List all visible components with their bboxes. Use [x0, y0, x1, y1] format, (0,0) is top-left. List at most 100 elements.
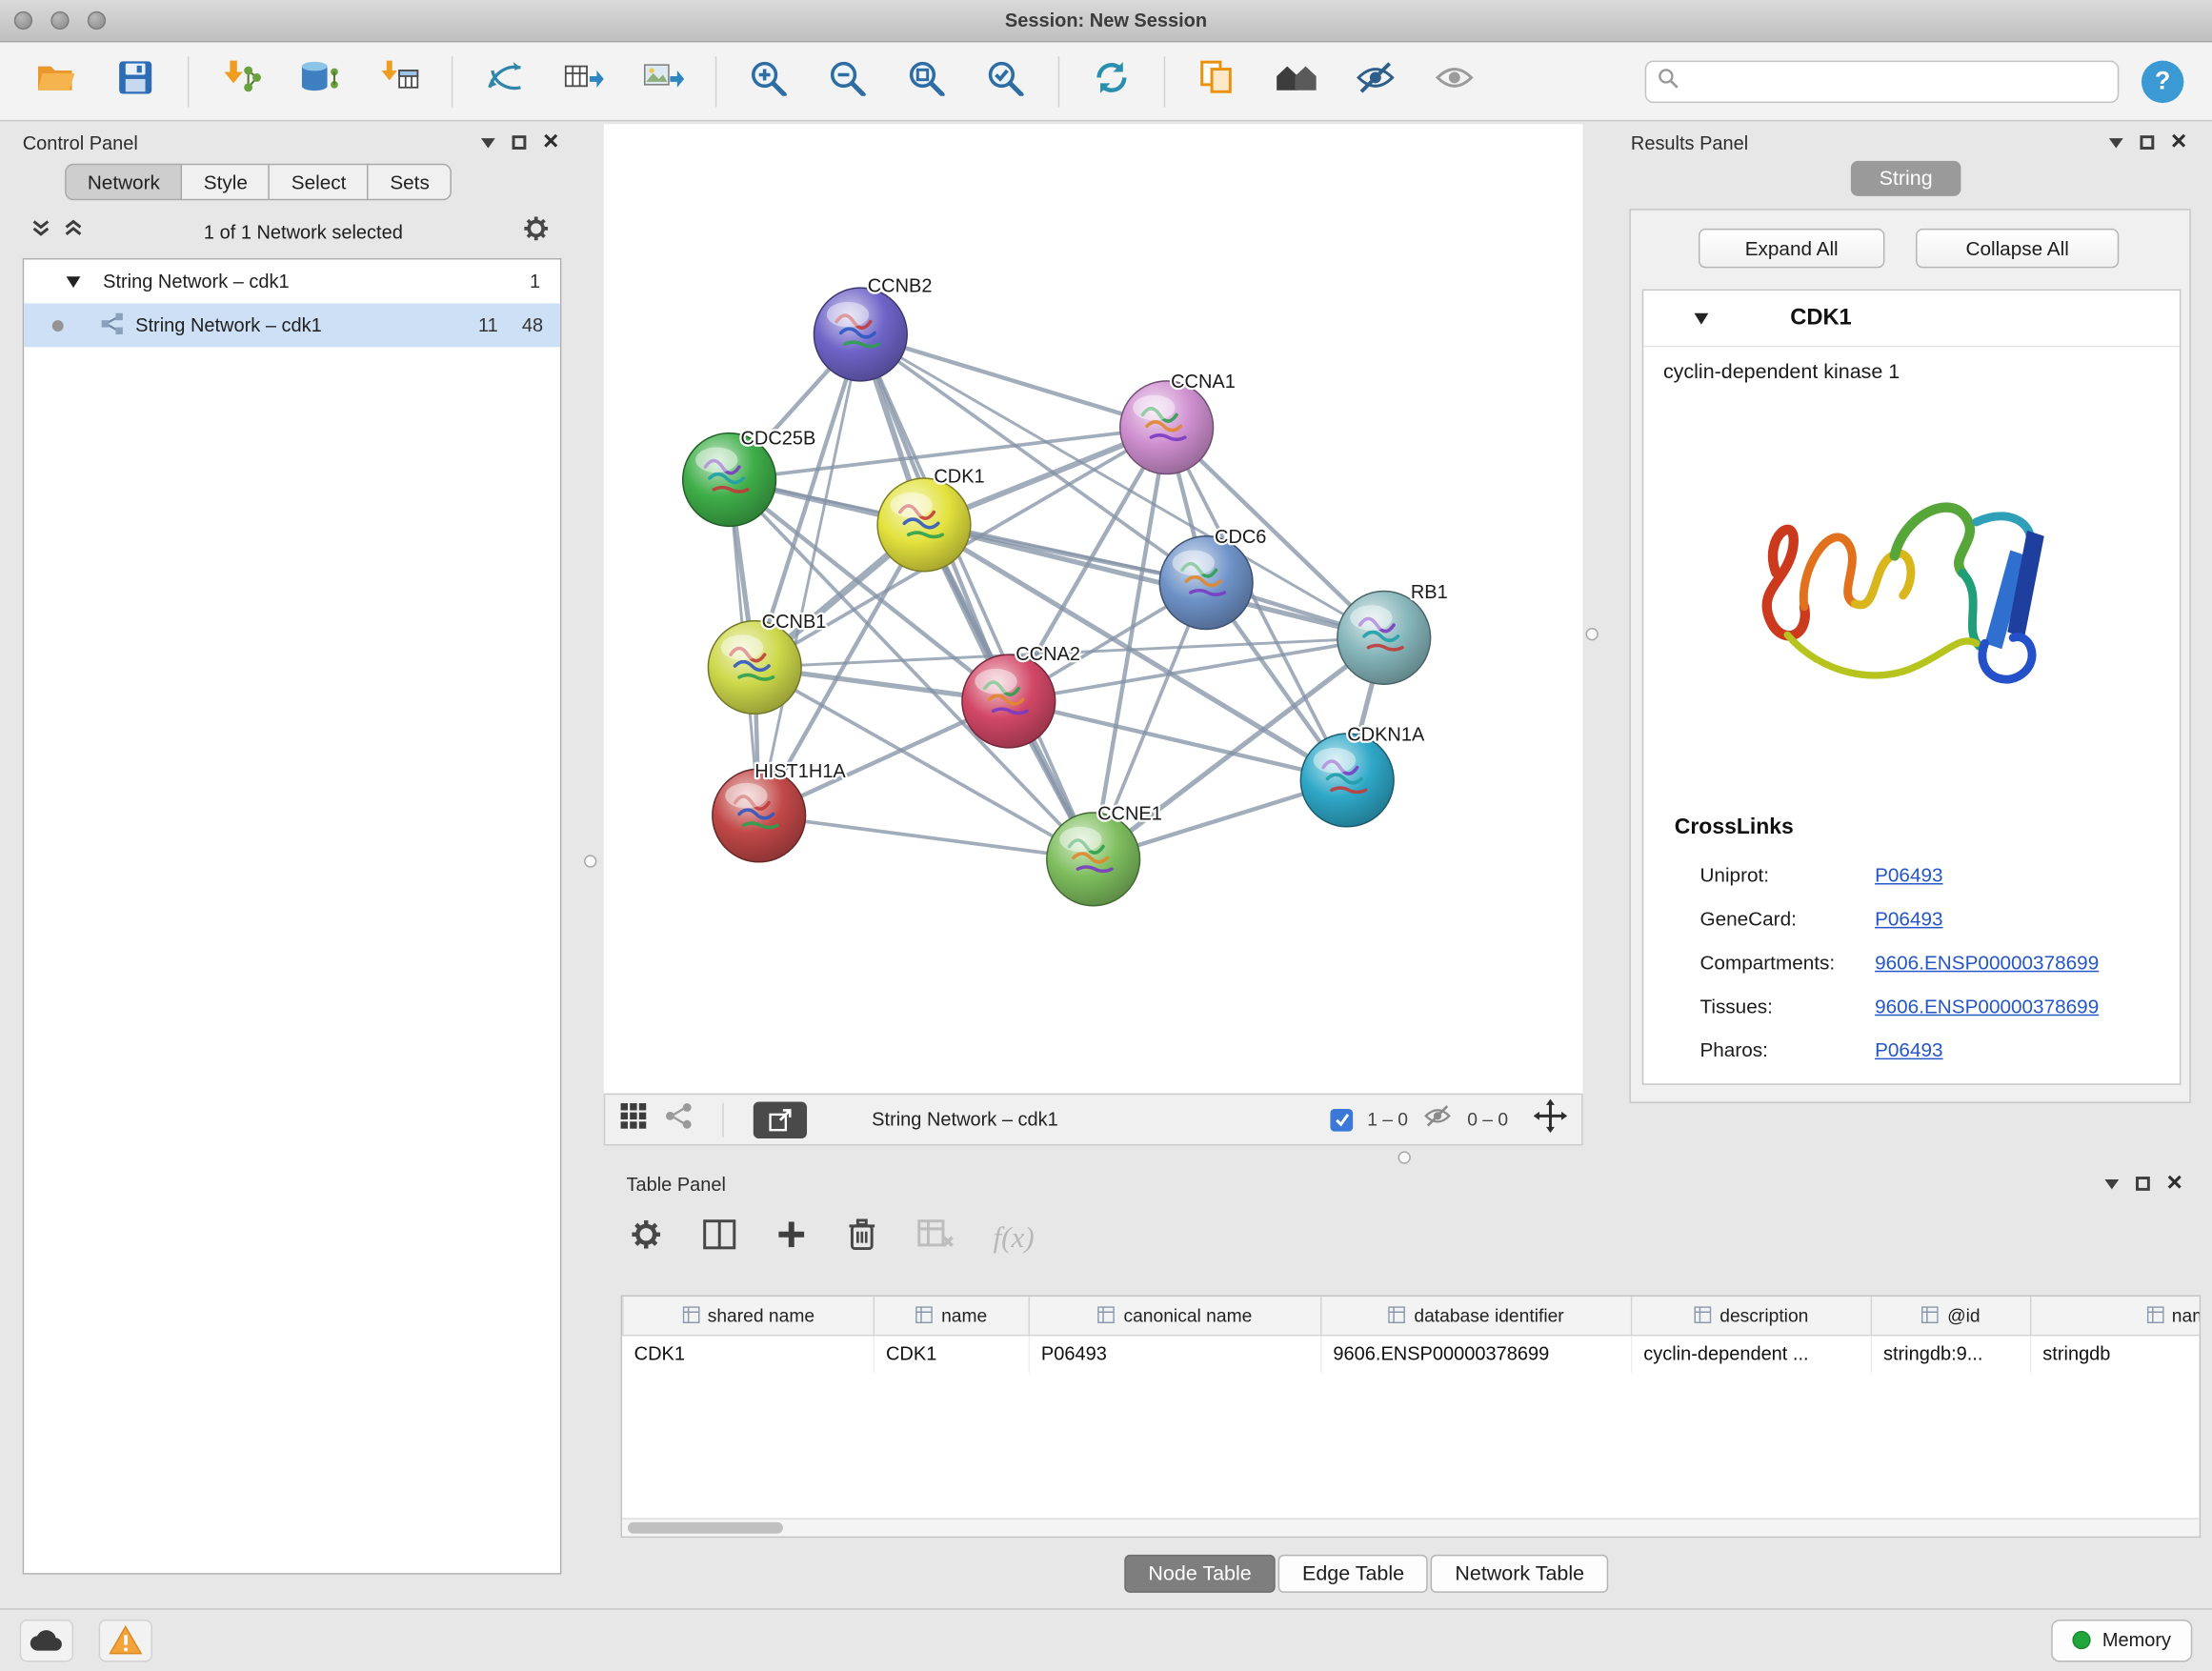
right-splitter-handle[interactable] [1585, 628, 1598, 640]
collapse-all-button[interactable]: Collapse All [1916, 229, 2119, 268]
refresh-button[interactable] [1079, 51, 1144, 111]
homes-button[interactable] [1264, 51, 1329, 111]
float-panel-icon[interactable] [2104, 1178, 2119, 1188]
network-edge[interactable] [860, 334, 1093, 859]
tab-network[interactable]: Network [65, 164, 182, 201]
tab-style[interactable]: Style [181, 164, 270, 201]
pan-crosshair-icon[interactable] [1534, 1099, 1568, 1140]
column-header[interactable]: canonical name [1029, 1297, 1321, 1335]
crosslink-link[interactable]: 9606.ENSP00000378699 [1875, 994, 2099, 1017]
open-session-button[interactable] [24, 51, 89, 111]
column-header[interactable]: database identifier [1321, 1297, 1632, 1335]
detach-view-button[interactable] [754, 1101, 807, 1138]
network-node-ccna1[interactable]: CCNA1 [1120, 372, 1236, 473]
add-column-plus-icon[interactable] [775, 1218, 807, 1257]
network-node-hist1h1a[interactable]: HIST1H1A [713, 761, 847, 862]
left-splitter-handle[interactable] [584, 855, 596, 867]
application-window: Session: New Session ? Control [0, 0, 2212, 1670]
float-panel-icon[interactable] [481, 137, 495, 147]
homes-icon [1274, 59, 1318, 103]
node-label: CCNB1 [762, 612, 827, 633]
expand-all-button[interactable]: Expand All [1699, 229, 1884, 268]
column-header[interactable]: @id [1871, 1297, 2030, 1335]
tree-disclosure-icon[interactable] [67, 276, 81, 288]
tab-select[interactable]: Select [269, 164, 369, 201]
import-network-database-button[interactable] [288, 51, 352, 111]
network-view[interactable]: CCNB2CCNA1CDC25BCDK1CDC6RB1CCNB1CCNA2CDK… [604, 124, 1583, 1093]
show-hidden-button[interactable] [1422, 51, 1487, 111]
column-header[interactable]: shared name [623, 1297, 875, 1335]
minimize-window-button[interactable] [50, 11, 69, 30]
new-network-from-selection-button[interactable] [473, 51, 537, 111]
network-edge[interactable] [759, 815, 1094, 859]
tab-edge-table[interactable]: Edge Table [1278, 1555, 1428, 1593]
close-panel-icon[interactable]: × [2171, 134, 2186, 151]
float-panel-icon[interactable] [2109, 137, 2123, 147]
search-input[interactable] [1687, 70, 2106, 91]
network-row[interactable]: String Network – cdk1 11 48 [24, 303, 560, 347]
memory-button[interactable]: Memory [2052, 1619, 2193, 1661]
crosslink-link[interactable]: P06493 [1875, 863, 1942, 886]
network-edge[interactable] [860, 334, 1166, 428]
export-table-button[interactable] [552, 51, 616, 111]
show-columns-icon[interactable] [702, 1218, 736, 1257]
gear-icon[interactable] [522, 213, 551, 249]
network-edge[interactable] [759, 334, 861, 815]
zoom-selected-button[interactable] [974, 51, 1038, 111]
maximize-panel-icon[interactable] [2140, 135, 2154, 150]
warning-button[interactable] [99, 1619, 152, 1661]
close-window-button[interactable] [14, 11, 32, 30]
help-button[interactable]: ? [2142, 60, 2183, 102]
crosslink-link[interactable]: P06493 [1875, 906, 1942, 929]
delete-column-trash-icon[interactable] [847, 1217, 878, 1258]
node-label: CDK1 [934, 466, 984, 487]
collapse-all-tree-icon[interactable] [31, 218, 52, 245]
export-image-button[interactable] [631, 51, 695, 111]
column-header[interactable]: namespac [2031, 1297, 2201, 1335]
close-panel-icon[interactable]: × [543, 134, 558, 151]
gene-header-row[interactable]: CDK1 [1643, 291, 2180, 347]
column-header[interactable]: name [874, 1297, 1029, 1335]
scrollbar-thumb[interactable] [628, 1522, 783, 1534]
network-node-cdc6[interactable]: CDC6 [1159, 527, 1266, 629]
zoom-out-button[interactable] [815, 51, 880, 111]
table-settings-gear-icon[interactable] [629, 1217, 663, 1258]
network-node-ccna2[interactable]: CCNA2 [962, 644, 1080, 748]
crosslink-link[interactable]: P06493 [1875, 1037, 1942, 1060]
zoom-window-button[interactable] [88, 11, 106, 30]
network-edge[interactable] [1009, 701, 1347, 780]
tab-string[interactable]: String [1851, 161, 1961, 196]
gene-disclosure-icon[interactable] [1695, 312, 1709, 324]
crosslink-link[interactable]: 9606.ENSP00000378699 [1875, 950, 2099, 973]
import-network-file-button[interactable] [209, 51, 273, 111]
maximize-panel-icon[interactable] [2136, 1177, 2150, 1191]
grid-view-icon[interactable] [619, 1102, 648, 1137]
horizontal-splitter-handle[interactable] [1398, 1151, 1411, 1163]
zoom-fit-button[interactable] [895, 51, 959, 111]
horizontal-scrollbar[interactable] [622, 1518, 2200, 1536]
table-row[interactable]: CDK1 CDK1 P06493 9606.ENSP00000378699 cy… [623, 1335, 2201, 1373]
cloud-button[interactable] [20, 1619, 73, 1661]
copy-documents-button[interactable] [1185, 51, 1250, 111]
tab-node-table[interactable]: Node Table [1124, 1555, 1276, 1593]
import-table-button[interactable] [367, 51, 432, 111]
maximize-panel-icon[interactable] [512, 135, 526, 150]
close-panel-icon[interactable]: × [2166, 1176, 2182, 1193]
documents-icon [1197, 59, 1237, 103]
network-node-ccne1[interactable]: CCNE1 [1047, 803, 1162, 905]
hide-selected-button[interactable] [1343, 51, 1408, 111]
selected-checkbox-icon[interactable] [1331, 1108, 1354, 1131]
zoom-in-button[interactable] [736, 51, 801, 111]
network-edge[interactable] [924, 525, 1384, 637]
save-session-button[interactable] [103, 51, 168, 111]
network-node-rb1[interactable]: RB1 [1337, 582, 1448, 684]
string-results-card: Expand All Collapse All CDK1 cyclin-depe… [1629, 209, 2190, 1103]
network-overview-icon[interactable] [664, 1102, 693, 1137]
network-node-cdk1[interactable]: CDK1 [877, 466, 985, 571]
network-node-cdc25b[interactable]: CDC25B [683, 428, 816, 526]
tab-network-table[interactable]: Network Table [1431, 1555, 1608, 1593]
expand-all-tree-icon[interactable] [64, 218, 85, 245]
network-collection-row[interactable]: String Network – cdk1 1 [24, 259, 560, 303]
column-header[interactable]: description [1632, 1297, 1872, 1335]
tab-sets[interactable]: Sets [368, 164, 452, 201]
